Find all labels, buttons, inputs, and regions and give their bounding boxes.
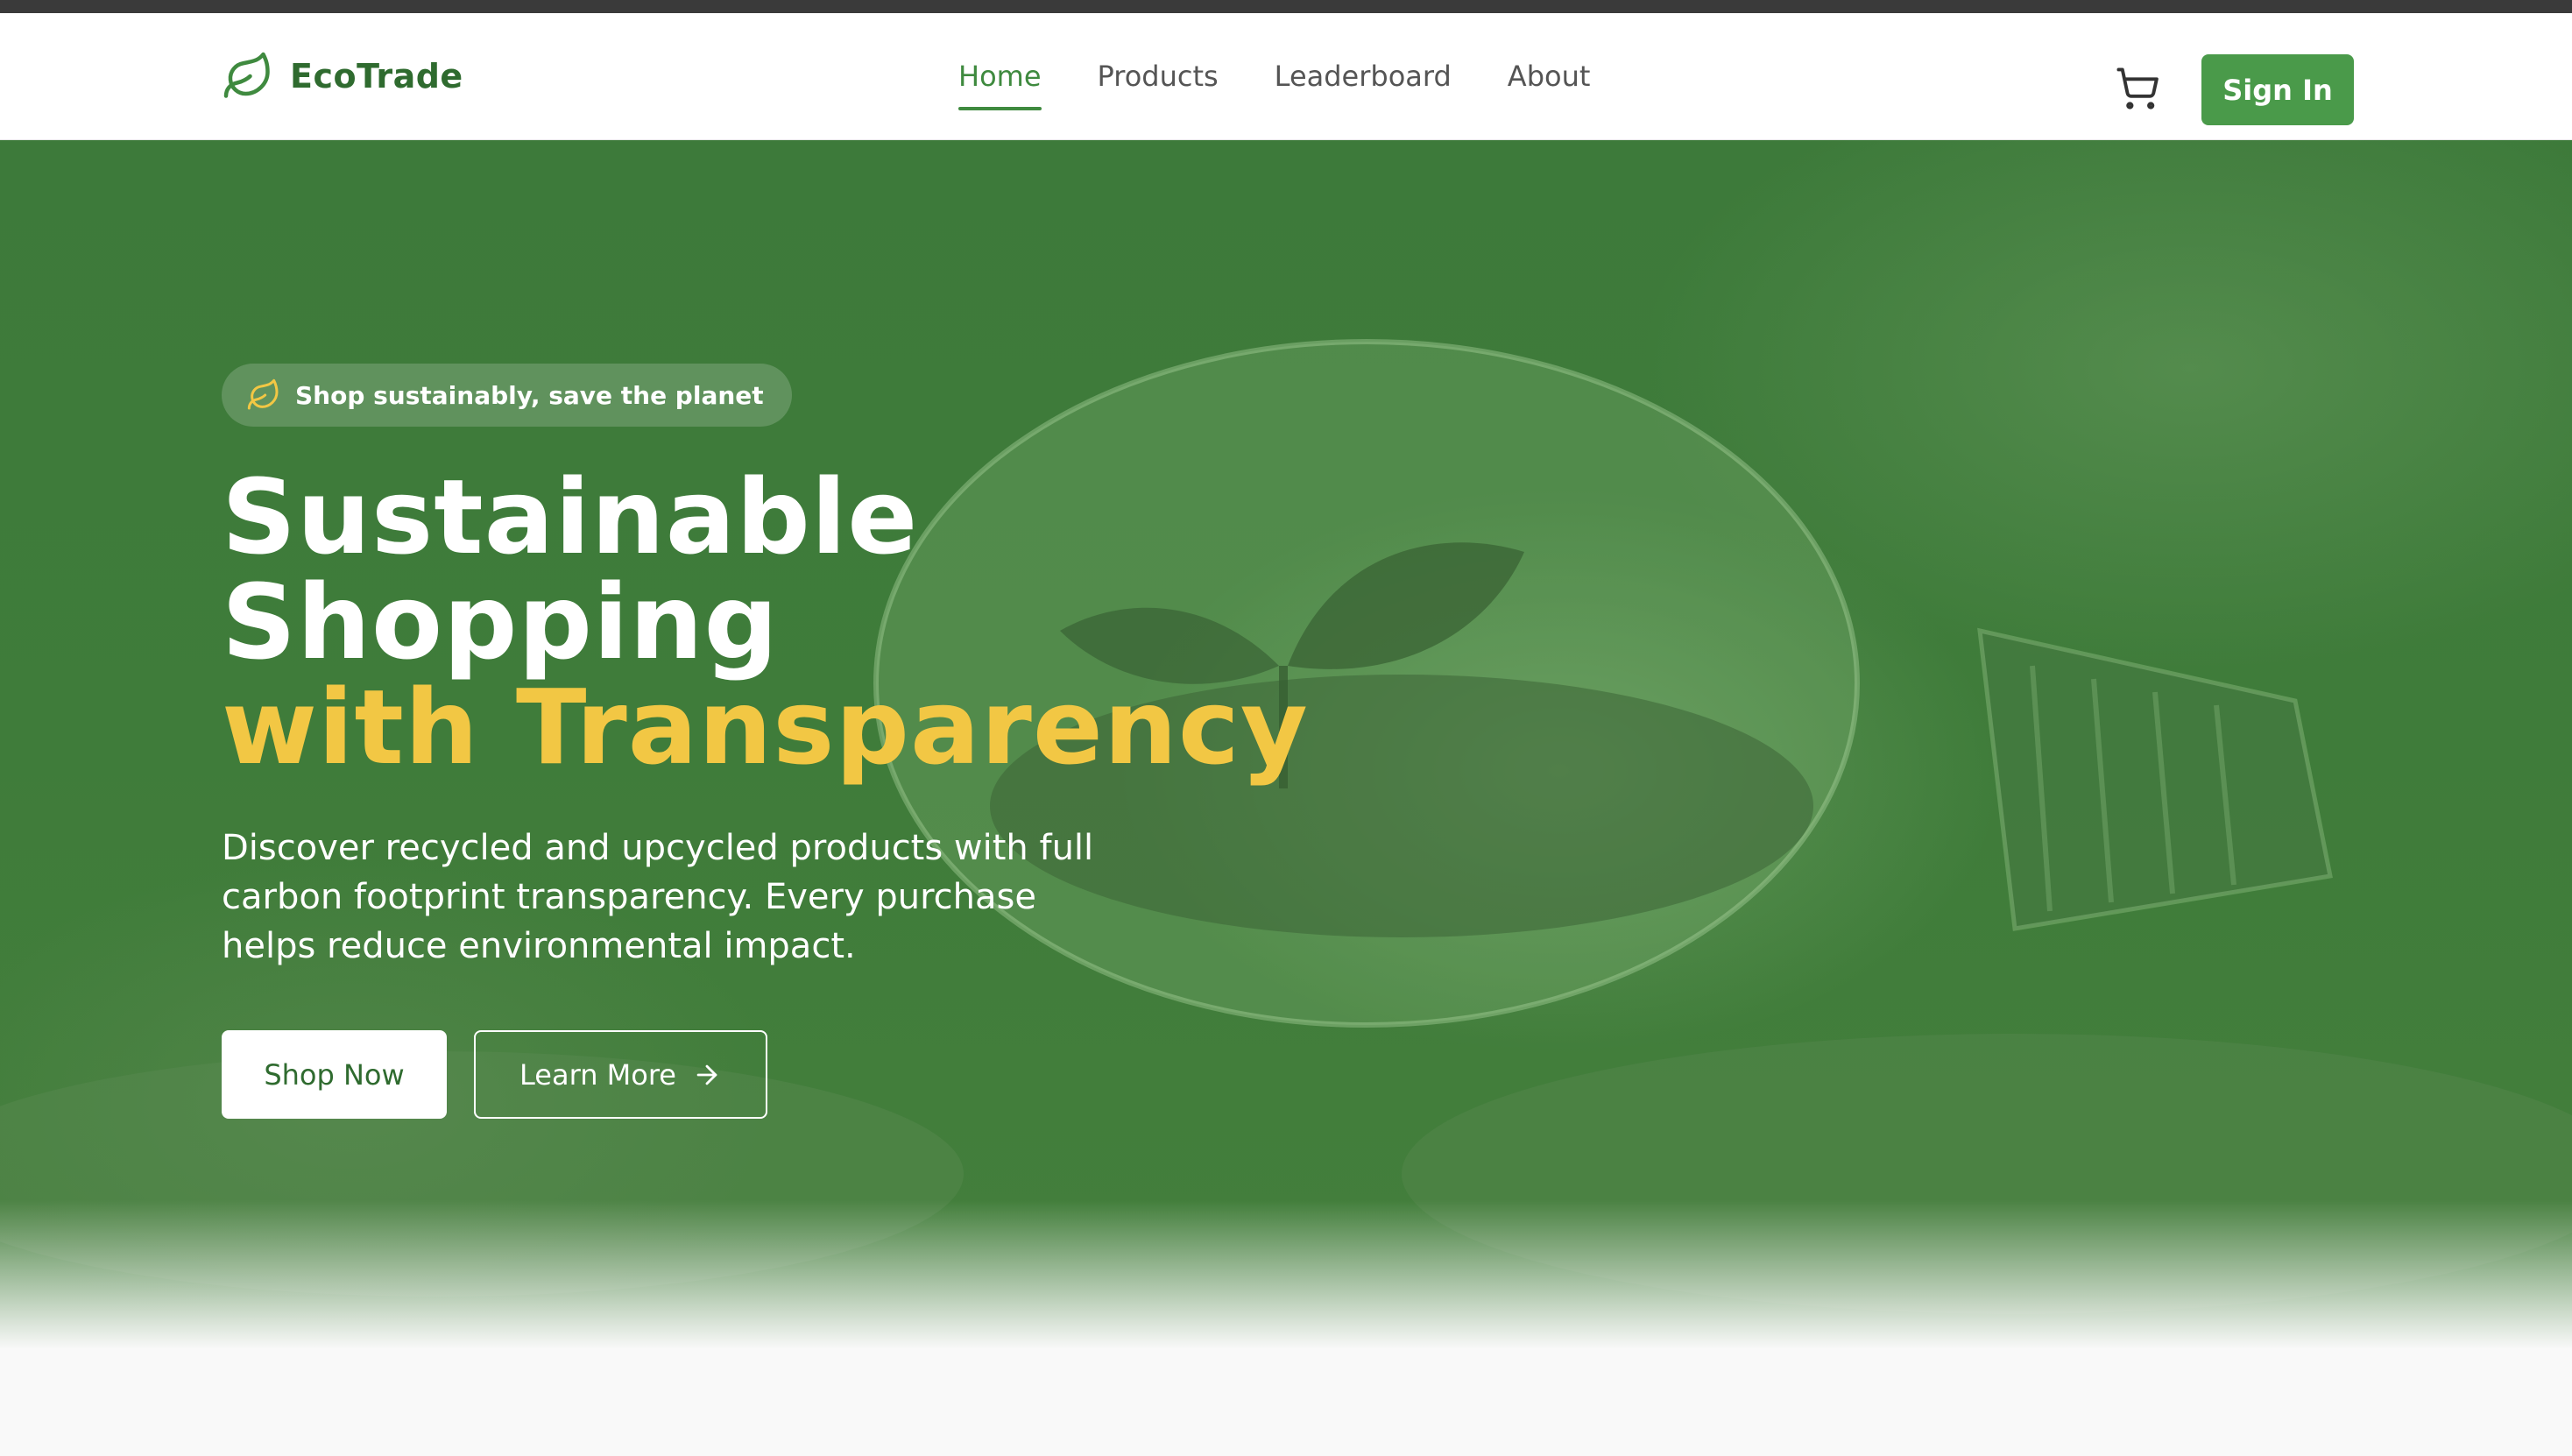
shop-now-button[interactable]: Shop Now xyxy=(222,1030,447,1119)
nav-home[interactable]: Home xyxy=(958,60,1042,110)
nav-about[interactable]: About xyxy=(1508,60,1591,93)
badge-text: Shop sustainably, save the planet xyxy=(295,380,764,410)
hero-headline: Sustainable Shopping with Transparency xyxy=(222,464,1309,780)
headline-accent: with Transparency xyxy=(222,667,1309,788)
arrow-right-icon xyxy=(696,1064,717,1085)
hero-bottom-fade xyxy=(0,1200,2572,1349)
cart-icon[interactable] xyxy=(2115,66,2160,111)
learn-more-button[interactable]: Learn More xyxy=(474,1030,767,1119)
sign-in-button[interactable]: Sign In xyxy=(2201,54,2354,125)
nav-leaderboard[interactable]: Leaderboard xyxy=(1275,60,1452,93)
nav-products[interactable]: Products xyxy=(1098,60,1219,93)
leaf-icon xyxy=(223,52,270,98)
brand-logo[interactable]: EcoTrade xyxy=(222,48,463,104)
tagline-badge: Shop sustainably, save the planet xyxy=(222,364,792,427)
headline-line-1: Sustainable xyxy=(222,456,919,577)
hero-description: Discover recycled and upcycled products … xyxy=(222,828,1094,966)
leaf-icon xyxy=(247,378,279,410)
headline-line-2: Shopping xyxy=(222,562,779,682)
brand-name: EcoTrade xyxy=(290,57,463,95)
window-top-strip xyxy=(0,0,2572,13)
learn-more-label: Learn More xyxy=(519,1057,676,1092)
main-nav: Home Products Leaderboard About xyxy=(958,48,1591,110)
navbar: EcoTrade Home Products Leaderboard About… xyxy=(0,13,2572,140)
hero-section: Shop sustainably, save the planet Sustai… xyxy=(0,140,2572,1349)
